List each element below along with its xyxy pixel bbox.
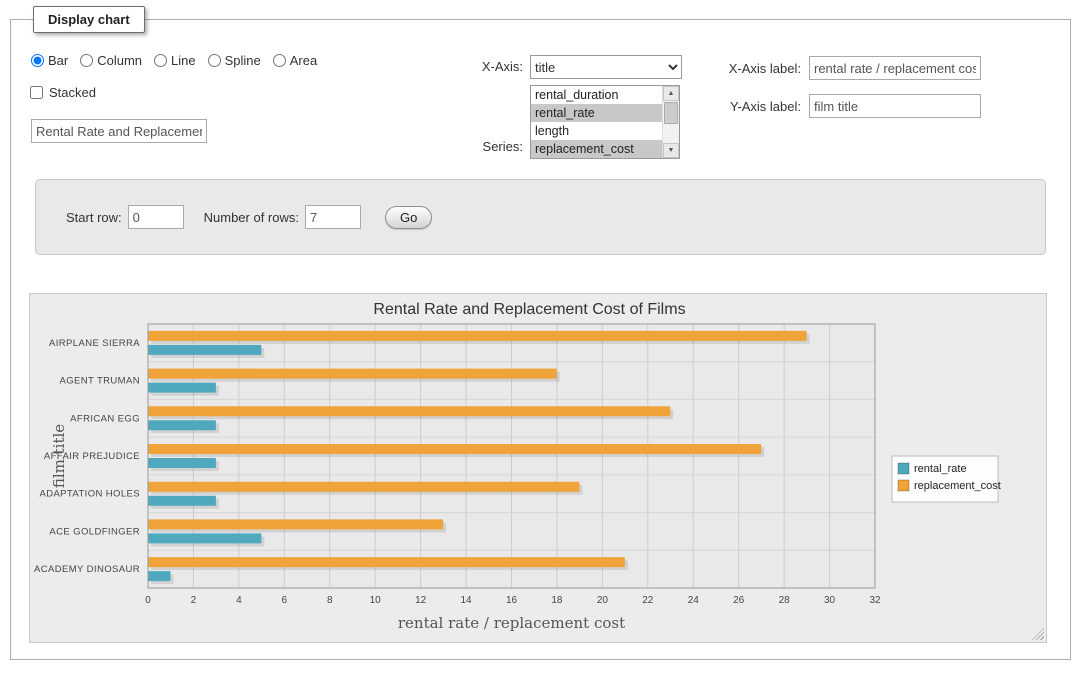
x-tick-label: 32 [869,595,881,606]
x-tick-label: 10 [370,595,382,606]
go-button[interactable]: Go [385,206,432,229]
series-multiselect[interactable]: rental_durationrental_ratelengthreplacem… [530,85,680,159]
x-tick-label: 4 [236,595,242,606]
series-option[interactable]: length [531,122,662,140]
bar-rental_rate [148,533,261,543]
category-label: AGENT TRUMAN [60,376,140,387]
bar-replacement_cost [148,444,761,454]
series-option[interactable]: replacement_cost [531,140,662,158]
y-axis-label-caption: Y-Axis label: [691,99,801,114]
legend-swatch [898,463,909,474]
chart-type-column-radio[interactable] [80,54,93,67]
chart-type-radio-group: Bar Column Line Spline Area [31,53,317,68]
bar-replacement_cost [148,482,579,492]
chart-type-bar-radio[interactable] [31,54,44,67]
scroll-up-icon[interactable]: ▲ [663,86,679,101]
bar-replacement_cost [148,406,670,416]
chart-type-line-radio[interactable] [154,54,167,67]
display-chart-legend: Display chart [33,6,145,33]
bar-replacement_cost [148,557,625,567]
y-axis-label-input[interactable] [809,94,981,118]
chart-type-area[interactable]: Area [273,53,317,68]
bar-chart: Rental Rate and Replacement Cost of Film… [30,294,1044,638]
chart-type-spline-radio[interactable] [208,54,221,67]
bar-rental_rate [148,496,216,506]
chart-type-area-label: Area [290,53,317,68]
start-row-label: Start row: [66,210,122,225]
bar-rental_rate [148,571,170,581]
chart-type-bar-label: Bar [48,53,68,68]
series-list-scrollbar[interactable]: ▲ ▼ [662,86,679,158]
bar-replacement_cost [148,369,557,379]
x-tick-label: 6 [282,595,288,606]
x-tick-label: 22 [642,595,654,606]
x-tick-label: 12 [415,595,427,606]
series-option-list: rental_durationrental_ratelengthreplacem… [531,86,662,158]
x-tick-label: 26 [733,595,745,606]
bar-replacement_cost [148,331,807,341]
stacked-label: Stacked [49,85,96,100]
chart-type-column-label: Column [97,53,142,68]
chart-type-spline-label: Spline [225,53,261,68]
number-of-rows-label: Number of rows: [204,210,299,225]
legend-label: replacement_cost [914,480,1001,492]
x-axis-label-caption: X-Axis label: [691,61,801,76]
category-label: ADAPTATION HOLES [39,489,140,500]
stacked-option[interactable]: Stacked [30,85,96,100]
chart-type-bar[interactable]: Bar [31,53,68,68]
x-axis-select-label: X-Axis: [423,59,523,74]
chart-type-line-label: Line [171,53,196,68]
start-row-input[interactable] [128,205,184,229]
x-tick-label: 0 [145,595,151,606]
bar-rental_rate [148,383,216,393]
x-axis-select[interactable]: title [530,55,682,79]
bar-replacement_cost [148,519,443,529]
legend-swatch [898,480,909,491]
chart-controls: Bar Column Line Spline Area Stacked [23,33,1058,171]
x-tick-label: 8 [327,595,333,606]
x-tick-label: 16 [506,595,518,606]
chart-type-spline[interactable]: Spline [208,53,261,68]
chart-container: Rental Rate and Replacement Cost of Film… [29,293,1047,643]
category-label: AFRICAN EGG [70,413,140,424]
stacked-checkbox[interactable] [30,86,43,99]
x-tick-label: 2 [191,595,197,606]
display-chart-panel: Display chart Bar Column Line Spline Are… [10,6,1071,660]
rows-panel: Start row: Number of rows: Go [35,179,1046,255]
y-axis-title: film title [50,424,68,488]
scrollbar-thumb[interactable] [664,102,678,124]
chart-type-line[interactable]: Line [154,53,196,68]
category-label: ACE GOLDFINGER [49,526,140,537]
x-tick-label: 30 [824,595,836,606]
chart-type-area-radio[interactable] [273,54,286,67]
number-of-rows-input[interactable] [305,205,361,229]
legend-label: rental_rate [914,463,967,475]
chart-title: Rental Rate and Replacement Cost of Film… [373,301,685,318]
series-list-label: Series: [423,139,523,154]
category-label: ACADEMY DINOSAUR [34,564,140,575]
scroll-down-icon[interactable]: ▼ [663,143,679,158]
chart-title-input[interactable] [31,119,207,143]
x-tick-label: 28 [779,595,791,606]
x-tick-label: 20 [597,595,609,606]
series-option[interactable]: rental_rate [531,104,662,122]
series-option[interactable]: rental_duration [531,86,662,104]
bar-rental_rate [148,420,216,430]
chart-type-column[interactable]: Column [80,53,142,68]
x-tick-label: 14 [461,595,473,606]
x-tick-label: 24 [688,595,700,606]
bar-rental_rate [148,458,216,468]
x-axis-label-input[interactable] [809,56,981,80]
category-label: AIRPLANE SIERRA [49,338,140,349]
bar-rental_rate [148,345,261,355]
x-axis-title: rental rate / replacement cost [398,614,625,632]
x-tick-label: 18 [551,595,563,606]
